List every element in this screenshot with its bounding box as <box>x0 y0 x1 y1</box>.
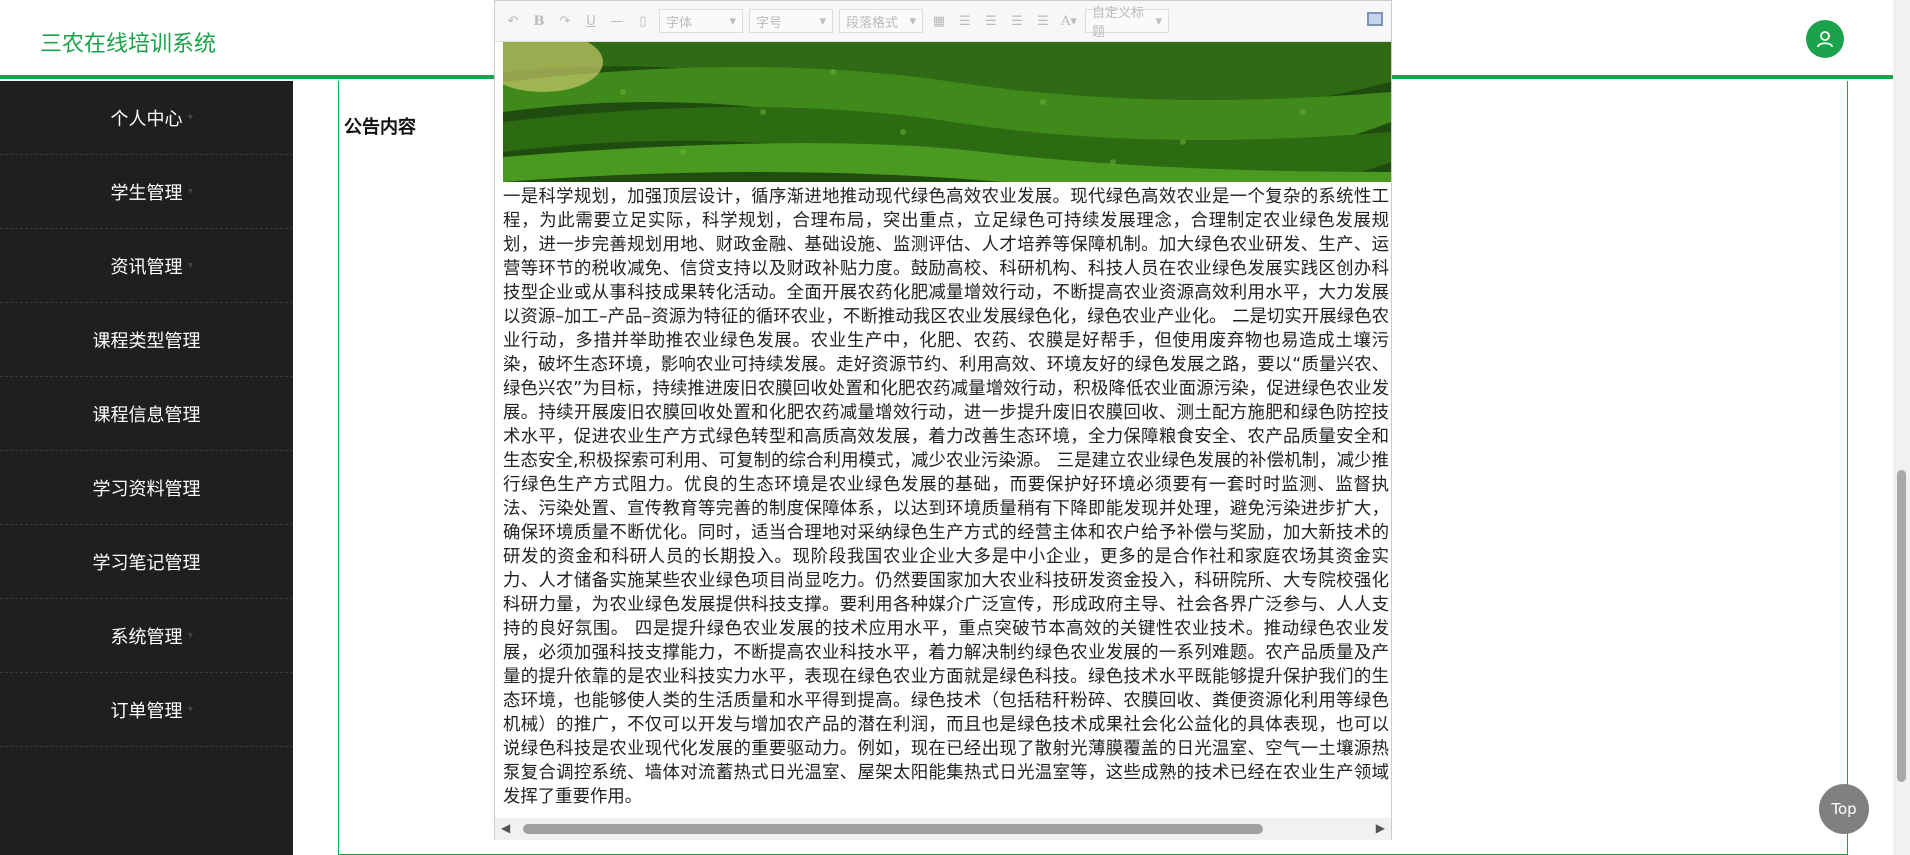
custom-title-select[interactable]: 自定义标题 ▾ <box>1085 6 1169 40</box>
sidebar: 个人中心 ▾ 学生管理 ▾ 资讯管理 ▾ 课程类型管理 ▾ 课程信息管理 ▾ 学习资料管理… <box>0 81 293 855</box>
chevron-down-icon: ▾ <box>187 408 193 419</box>
sidebar-item-orders[interactable]: 订单管理 ▾ <box>0 673 293 747</box>
rich-text-editor[interactable]: ↶ B ↷ U — ▯ 字体 ▾ 字号 ▾ 段落格式 ▾ ▦ ☰ ☰ ☰ ☰ A▾ 自… <box>494 0 1392 840</box>
content-field-label: 公告内容 <box>344 117 416 138</box>
sidebar-item-label: 课程类型管理 <box>92 330 201 352</box>
vertical-scrollbar-thumb[interactable] <box>1897 470 1906 782</box>
font-family-select[interactable]: 字体 ▾ <box>659 9 743 33</box>
align-justify-icon[interactable]: ☰ <box>1033 14 1053 29</box>
chevron-down-icon: ▾ <box>187 334 193 345</box>
sidebar-item-label: 个人中心 <box>110 108 183 130</box>
user-avatar[interactable] <box>1806 20 1844 58</box>
chevron-down-icon: ▾ <box>909 13 916 29</box>
app-title: 三农在线培训系统 <box>40 32 217 57</box>
sidebar-item-label: 学习笔记管理 <box>92 552 201 574</box>
vertical-scrollbar[interactable] <box>1893 0 1910 855</box>
chevron-down-icon: ▾ <box>187 186 193 197</box>
sidebar-item-label: 学生管理 <box>110 182 183 204</box>
chevron-down-icon: ▾ <box>187 112 193 123</box>
editor-content-text[interactable]: 一是科学规划，加强顶层设计，循序渐进地推动现代绿色高效农业发展。现代绿色高效农业… <box>503 185 1389 809</box>
table-icon[interactable]: ▦ <box>929 14 949 29</box>
chevron-down-icon: ▾ <box>187 482 193 493</box>
sidebar-item-course-types[interactable]: 课程类型管理 ▾ <box>0 303 293 377</box>
align-right-icon[interactable]: ☰ <box>981 14 1001 29</box>
custom-title-select-value: 自定义标题 <box>1092 6 1145 40</box>
font-size-select[interactable]: 字号 ▾ <box>749 9 833 33</box>
sidebar-item-system[interactable]: 系统管理 ▾ <box>0 599 293 673</box>
sidebar-item-label: 订单管理 <box>110 700 183 722</box>
paragraph-format-select[interactable]: 段落格式 ▾ <box>839 9 923 33</box>
horizontal-rule-icon[interactable]: — <box>607 14 627 29</box>
paragraph-format-select-value: 段落格式 <box>846 15 899 31</box>
sidebar-item-label: 课程信息管理 <box>92 404 201 426</box>
horizontal-scrollbar[interactable]: ◀ ▶ <box>495 818 1391 840</box>
bold-icon[interactable]: B <box>529 14 549 29</box>
scroll-right-icon[interactable]: ▶ <box>1376 821 1385 835</box>
font-size-select-value: 字号 <box>756 15 783 31</box>
align-center-icon[interactable]: ☰ <box>1007 14 1027 29</box>
user-icon <box>1817 31 1833 48</box>
sidebar-item-notes[interactable]: 学习笔记管理 ▾ <box>0 525 293 599</box>
font-family-select-value: 字体 <box>666 15 693 31</box>
sidebar-item-personal-center[interactable]: 个人中心 ▾ <box>0 81 293 155</box>
redo-icon[interactable]: ↷ <box>555 14 575 29</box>
chevron-down-icon: ▾ <box>729 13 736 29</box>
chevron-down-icon: ▾ <box>187 630 193 641</box>
sidebar-item-label: 资讯管理 <box>110 256 183 278</box>
editor-toolbar: ↶ B ↷ U — ▯ 字体 ▾ 字号 ▾ 段落格式 ▾ ▦ ☰ ☰ ☰ ☰ A▾ 自… <box>495 1 1391 42</box>
chevron-down-icon: ▾ <box>187 704 193 715</box>
paste-icon[interactable]: ▯ <box>633 14 653 29</box>
font-color-icon[interactable]: A▾ <box>1059 14 1079 29</box>
fullscreen-icon[interactable] <box>1367 12 1383 26</box>
scroll-left-icon[interactable]: ◀ <box>501 821 510 835</box>
sidebar-item-label: 学习资料管理 <box>92 478 201 500</box>
chevron-down-icon: ▾ <box>819 13 826 29</box>
underline-icon[interactable]: U <box>581 14 601 29</box>
align-left-icon[interactable]: ☰ <box>955 14 975 29</box>
back-to-top-button[interactable]: Top <box>1819 784 1869 834</box>
undo-icon[interactable]: ↶ <box>503 14 523 29</box>
chevron-down-icon: ▾ <box>187 260 193 271</box>
sidebar-item-news[interactable]: 资讯管理 ▾ <box>0 229 293 303</box>
chevron-down-icon: ▾ <box>1155 13 1162 29</box>
sidebar-item-course-info[interactable]: 课程信息管理 ▾ <box>0 377 293 451</box>
sidebar-item-label: 系统管理 <box>110 626 183 648</box>
sidebar-item-materials[interactable]: 学习资料管理 ▾ <box>0 451 293 525</box>
sidebar-item-students[interactable]: 学生管理 ▾ <box>0 155 293 229</box>
content-image <box>503 42 1391 182</box>
horizontal-scrollbar-thumb[interactable] <box>523 824 1263 834</box>
chevron-down-icon: ▾ <box>187 556 193 567</box>
